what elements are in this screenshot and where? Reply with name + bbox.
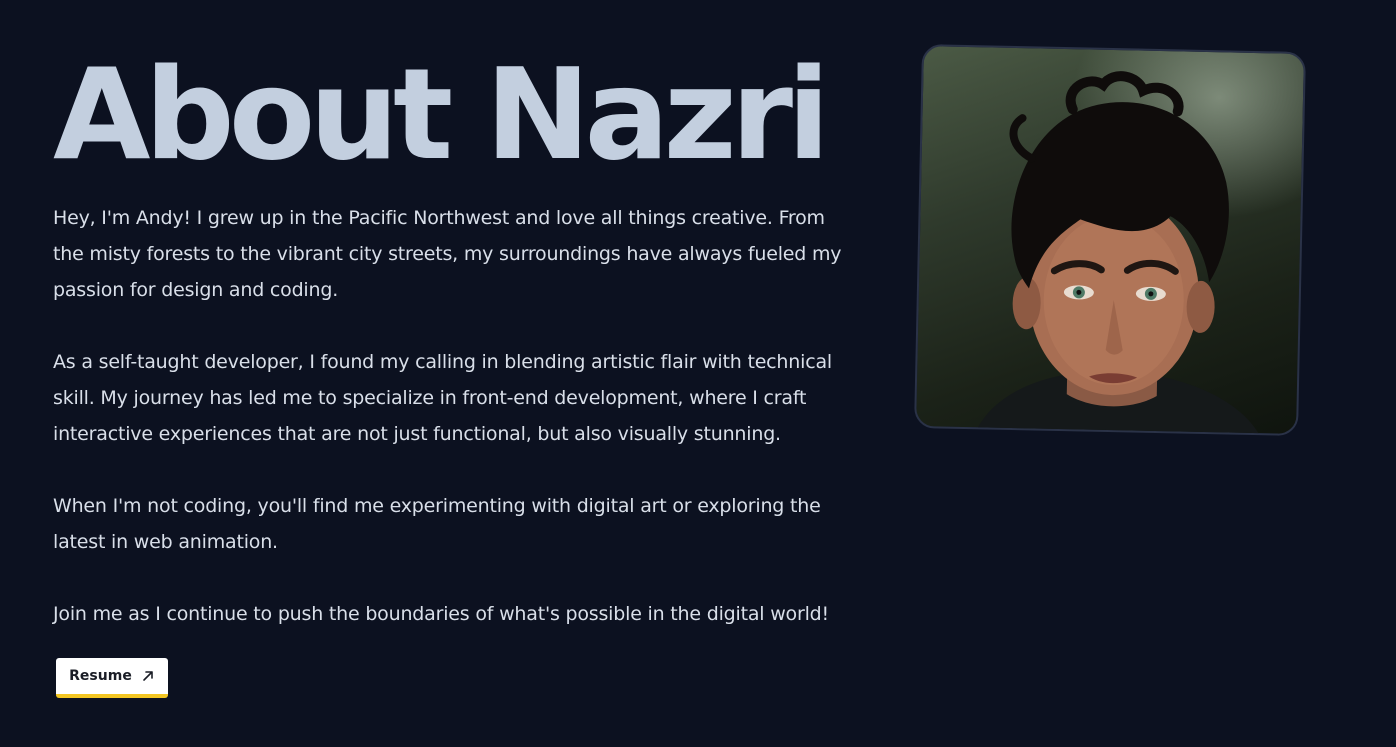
- profile-photo: [914, 44, 1306, 436]
- resume-button-label: Resume: [69, 668, 132, 684]
- bio-paragraph-developer: As a self-taught developer, I found my c…: [53, 351, 832, 445]
- bio-paragraph-intro: Hey, I'm Andy! I grew up in the Pacific …: [53, 207, 842, 301]
- arrow-up-right-icon: [141, 669, 155, 683]
- bio-paragraph-hobbies: When I'm not coding, you'll find me expe…: [53, 495, 821, 553]
- bio-section: Hey, I'm Andy! I grew up in the Pacific …: [53, 200, 843, 668]
- bio-paragraph-closing: Join me as I continue to push the bounda…: [53, 603, 829, 625]
- portrait-illustration: [975, 71, 1261, 436]
- page-title: About Nazri: [53, 41, 830, 188]
- about-page: About Nazri Hey, I'm Andy! I grew up in …: [0, 0, 1396, 747]
- resume-button[interactable]: Resume: [56, 658, 168, 698]
